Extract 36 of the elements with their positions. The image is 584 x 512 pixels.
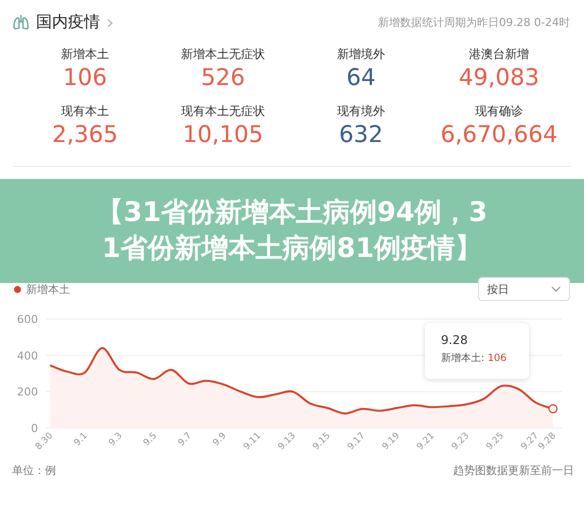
stat-value: 526 bbox=[201, 65, 245, 91]
stat-label: 新增本土无症状 bbox=[181, 46, 265, 63]
axis-label: 9.5 bbox=[142, 431, 160, 448]
unit-note: 单位：例 bbox=[12, 463, 56, 478]
axis-label: 400 bbox=[17, 349, 38, 362]
period-note: 新增数据统计周期为昨日09.28 0-24时 bbox=[378, 14, 570, 30]
legend-item[interactable]: 新增本土 bbox=[14, 282, 70, 296]
stat-value: 6,670,664 bbox=[440, 122, 558, 148]
stat-value: 106 bbox=[63, 65, 107, 91]
axis-label: 9.9 bbox=[211, 431, 229, 448]
axis-label: 9.1 bbox=[72, 431, 90, 448]
stat-label: 现有境外 bbox=[337, 103, 385, 120]
stat-label: 现有确诊 bbox=[475, 103, 523, 120]
tooltip-date: 9.28 bbox=[441, 333, 469, 347]
stat-value: 632 bbox=[339, 122, 383, 148]
section-title[interactable]: 国内疫情 bbox=[36, 12, 100, 32]
axis-label: 600 bbox=[17, 313, 38, 326]
stat-value: 10,105 bbox=[182, 122, 264, 148]
update-note: 趋势图数据更新至前一日 bbox=[453, 463, 574, 478]
headline-text: 【31省份新增本土病例94例，3 bbox=[96, 196, 488, 230]
axis-label: 0 bbox=[31, 422, 38, 435]
stat-value: 64 bbox=[346, 65, 376, 91]
caret-icon bbox=[551, 286, 561, 292]
stat-value: 2,365 bbox=[52, 122, 118, 148]
stat-label: 现有本土 bbox=[61, 103, 109, 120]
stat-label: 现有本土无症状 bbox=[181, 103, 265, 120]
stat-label: 新增境外 bbox=[337, 46, 385, 63]
axis-label: 9.3 bbox=[107, 431, 124, 448]
headline-text: 1省份新增本土病例81例疫情】 bbox=[102, 232, 482, 266]
stat-label: 港澳台新增 bbox=[469, 46, 529, 63]
axis-label: 9.7 bbox=[176, 431, 194, 448]
lungs-icon bbox=[12, 13, 30, 31]
stat-label: 新增本土 bbox=[61, 46, 109, 63]
stat-value: 49,083 bbox=[458, 65, 540, 91]
axis-label: 200 bbox=[17, 386, 38, 399]
period-dropdown[interactable]: 按日 bbox=[478, 277, 570, 301]
